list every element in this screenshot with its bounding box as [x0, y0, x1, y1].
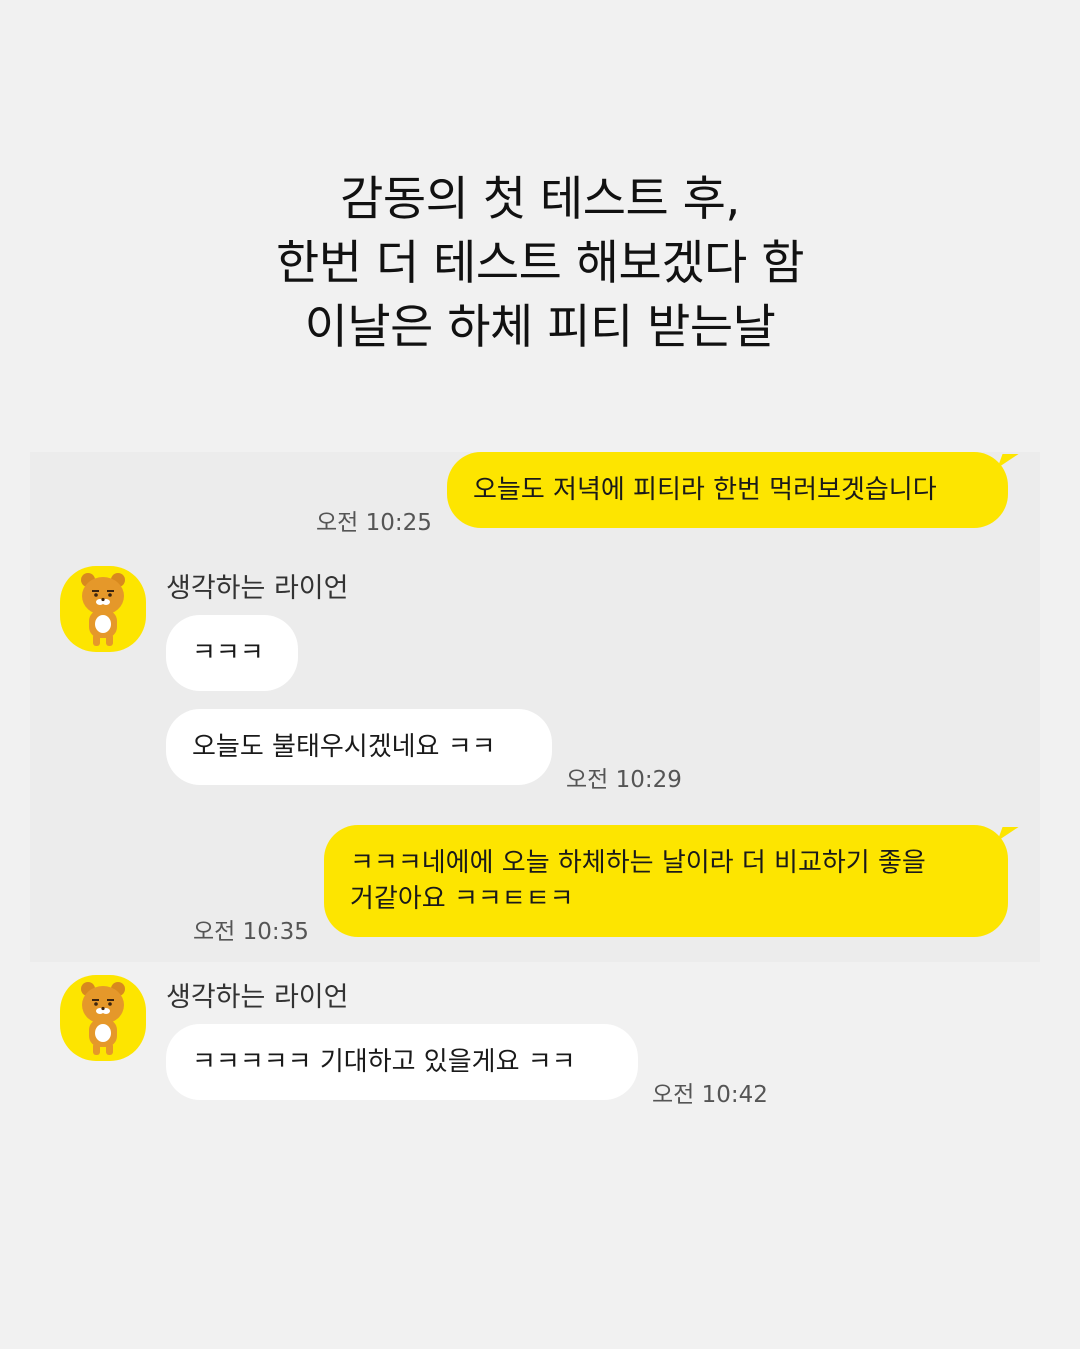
message-text-line: 거같아요 ㅋㅋㅌㅌㅋ [350, 884, 574, 914]
message-bubble[interactable]: 오늘도 불태우시겠네요 ㅋㅋ [166, 709, 552, 785]
message-time: 오전 10:25 [316, 510, 432, 536]
caption-line-1: 감동의 첫 테스트 후, [340, 172, 740, 227]
ryan-bear-icon [81, 982, 125, 1055]
caption-line-3: 이날은 하체 피티 받는날 [304, 300, 776, 355]
message-bubble[interactable]: 오늘도 저녁에 피티라 한번 먹러보겟습니다 [447, 452, 1008, 528]
sender-name: 생각하는 라이언 [166, 982, 349, 1013]
ryan-bear-icon [81, 573, 125, 646]
message-bubble[interactable]: ㅋㅋㅋ네에에 오늘 하체하는 날이라 더 비교하기 좋을 거같아요 ㅋㅋㅌㅌㅋ [324, 825, 1008, 937]
sender-avatar[interactable] [60, 566, 146, 652]
message-time: 오전 10:29 [566, 767, 682, 793]
message-bubble[interactable]: ㅋㅋㅋㅋㅋ 기대하고 있을게요 ㅋㅋ [166, 1024, 638, 1100]
sender-name: 생각하는 라이언 [166, 573, 349, 604]
sender-avatar[interactable] [60, 975, 146, 1061]
message-text-line: ㅋㅋㅋ네에에 오늘 하체하는 날이라 더 비교하기 좋을 [350, 848, 926, 878]
message-bubble[interactable]: ㅋㅋㅋ [166, 615, 298, 691]
caption: 감동의 첫 테스트 후, 한번 더 테스트 해보겠다 함 이날은 하체 피티 받… [0, 168, 1080, 360]
message-time: 오전 10:42 [652, 1082, 768, 1108]
message-time: 오전 10:35 [193, 919, 309, 945]
caption-line-2: 한번 더 테스트 해보겠다 함 [276, 236, 804, 291]
